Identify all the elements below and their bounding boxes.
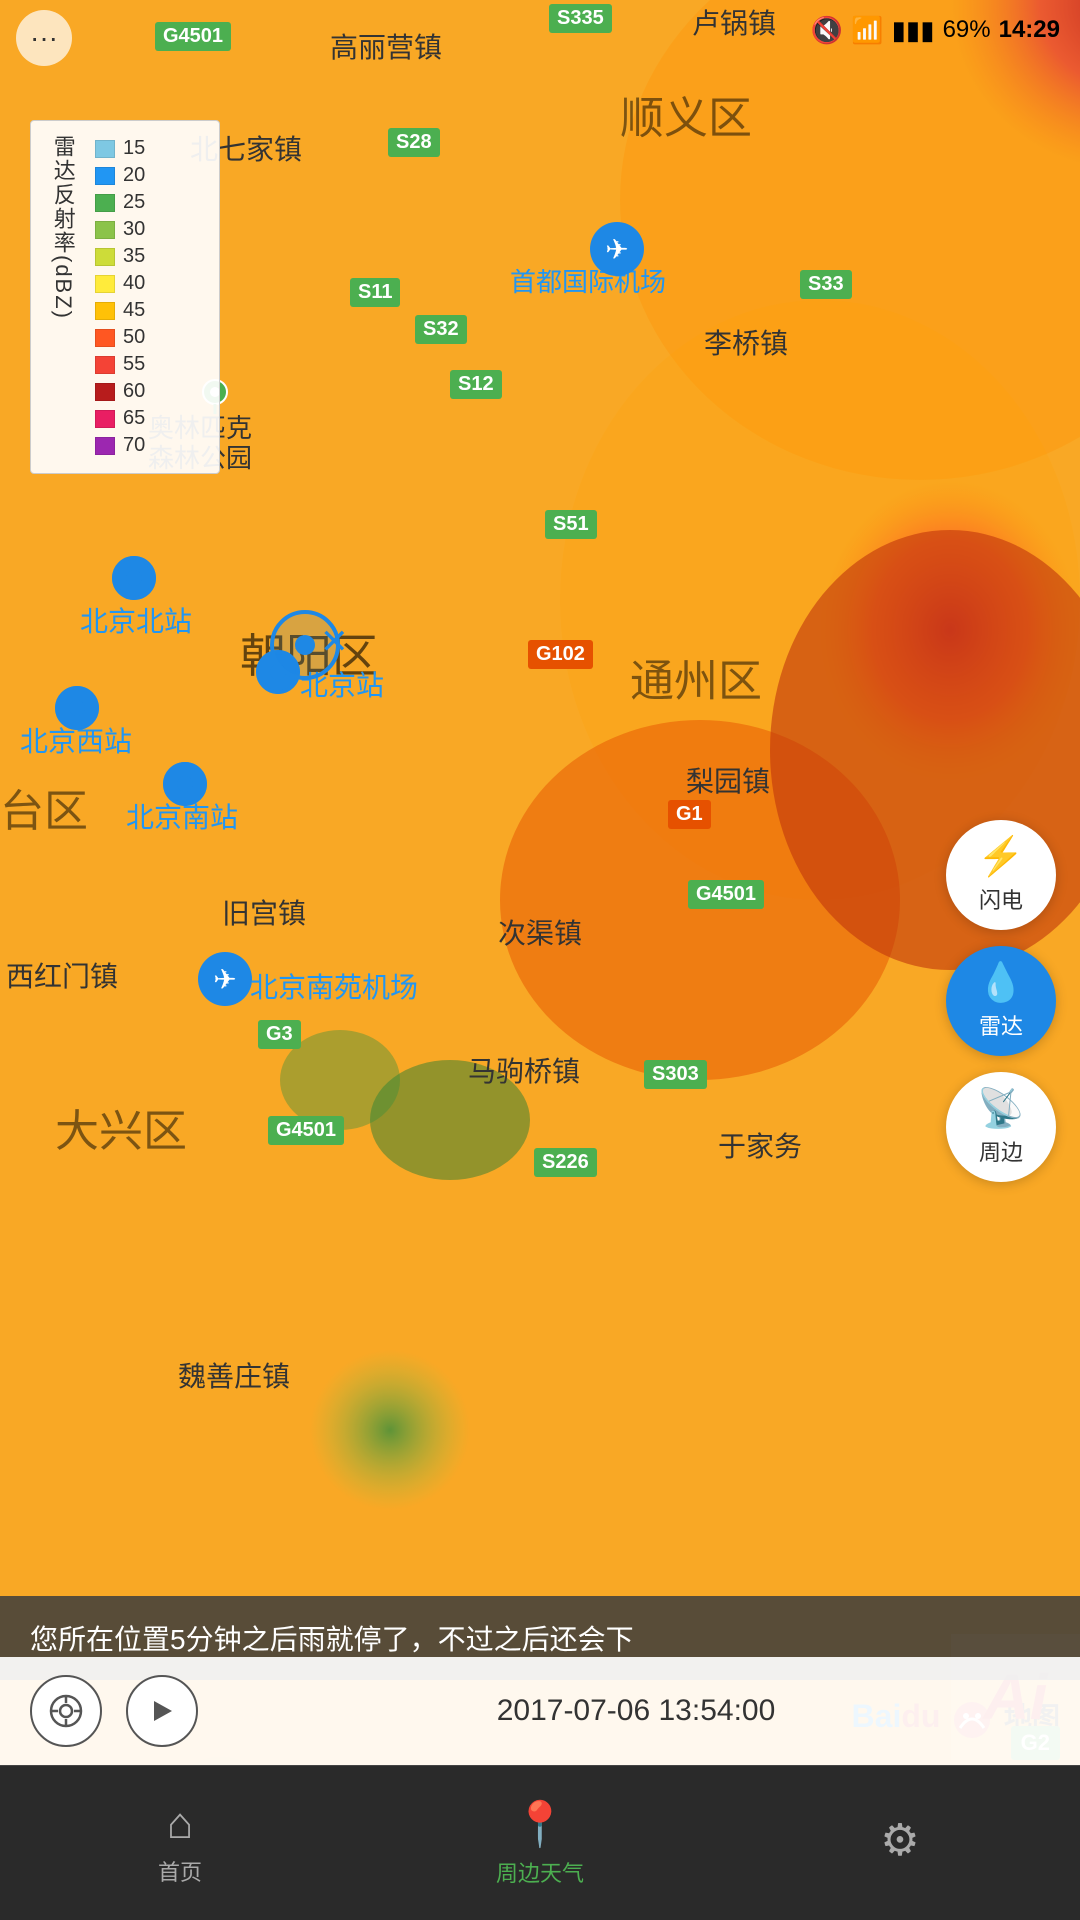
beijing-north-station-icon [112, 556, 156, 600]
lightning-label: 闪电 [979, 883, 1023, 915]
road-tag-s51: S51 [545, 510, 597, 539]
timeline-time: 2017-07-06 13:54:00 [222, 1694, 1050, 1728]
beijing-west-station-icon [55, 686, 99, 730]
beijing-north-station-label: 北京北站 [80, 600, 192, 640]
radar-button[interactable]: 💧 雷达 [946, 946, 1056, 1056]
right-panel: ⚡ 闪电 💧 雷达 📡 周边 [946, 820, 1056, 1182]
nav-nearby-label: 周边天气 [496, 1856, 584, 1888]
timeline-bar: 2017-07-06 13:54:00 [0, 1657, 1080, 1765]
road-tag-g3: G3 [258, 1020, 301, 1049]
status-bar: 🔇 📶 ▮▮▮ 69% 14:29 [0, 0, 1080, 60]
location-btn[interactable] [30, 1675, 102, 1747]
signal-icon: ▮▮▮ [892, 15, 935, 46]
town-weishanzhuang: 魏善庄镇 [178, 1355, 290, 1395]
nearby-button[interactable]: 📡 周边 [946, 1072, 1056, 1182]
mute-icon: 🔇 [811, 15, 843, 46]
capital-airport-icon: ✈ [590, 222, 644, 276]
nearby-label: 周边 [979, 1135, 1023, 1167]
district-tongzhou: 通州区 [630, 645, 762, 709]
home-icon: ⌂ [167, 1799, 194, 1849]
settings-icon: ⚙ [880, 1815, 919, 1866]
bottom-nav: ⌂ 首页 📍 周边天气 ⚙ [0, 1765, 1080, 1920]
beijing-south-station-icon [163, 762, 207, 806]
radar-label: 雷达 [979, 1009, 1023, 1041]
nav-home-label: 首页 [158, 1855, 202, 1887]
nanyuan-airport-label: 北京南苑机场 [250, 966, 418, 1006]
district-daxing: 大兴区 [55, 1095, 187, 1159]
road-tag-s33: S33 [800, 270, 852, 299]
notification-text: 您所在位置5分钟之后雨就停了，不过之后还会下 [30, 1624, 634, 1655]
road-tag-s303: S303 [644, 1060, 707, 1089]
capital-airport-label: 首都国际机场 [510, 262, 666, 299]
road-tag-g102: G102 [528, 640, 593, 669]
status-time: 14:29 [999, 16, 1060, 44]
nearby-icon: 📡 [977, 1087, 1024, 1131]
nanyuan-airport-icon: ✈ [198, 952, 252, 1006]
road-tag-s11: S11 [350, 278, 400, 307]
wifi-icon: 📶 [851, 15, 883, 46]
battery-pct: 69% [943, 16, 991, 44]
town-liyuan: 梨园镇 [686, 760, 770, 800]
town-ciqu: 次渠镇 [498, 912, 582, 952]
road-tag-s12: S12 [450, 370, 502, 399]
town-yujia: 于家务 [718, 1125, 802, 1165]
nav-nearby[interactable]: 📍 周边天气 [360, 1798, 720, 1888]
location-icon: 📍 [513, 1798, 568, 1850]
town-jiugong: 旧宫镇 [222, 892, 306, 932]
legend-title: 雷达反射率(dBZ) [47, 135, 78, 320]
road-tag-g4501-bottom: G4501 [268, 1116, 344, 1145]
radar-icon: 💧 [977, 961, 1024, 1005]
town-xihongmen: 西红门镇 [6, 955, 118, 995]
road-tag-g4501-mid: G4501 [688, 880, 764, 909]
town-liqiao: 李桥镇 [704, 322, 788, 362]
nav-settings[interactable]: ⚙ [720, 1815, 1080, 1872]
lightning-icon: ⚡ [977, 835, 1024, 879]
district-shunyi: 顺义区 [620, 82, 752, 146]
road-tag-g1: G1 [668, 800, 711, 829]
town-majuqiao: 马驹桥镇 [468, 1050, 580, 1090]
play-btn[interactable] [126, 1675, 198, 1747]
lightning-button[interactable]: ⚡ 闪电 [946, 820, 1056, 930]
road-tag-s32: S32 [415, 315, 467, 344]
road-tag-s226: S226 [534, 1148, 597, 1177]
nav-home[interactable]: ⌂ 首页 [0, 1799, 360, 1887]
district-tai: 台区 [0, 775, 88, 839]
selection-x: ✕ [320, 622, 349, 662]
legend: 雷达反射率(dBZ) 15 20 25 30 35 40 45 50 55 60… [30, 120, 220, 474]
road-tag-s28: S28 [388, 128, 440, 157]
legend-scale: 15 20 25 30 35 40 45 50 55 60 65 70 [95, 135, 203, 459]
